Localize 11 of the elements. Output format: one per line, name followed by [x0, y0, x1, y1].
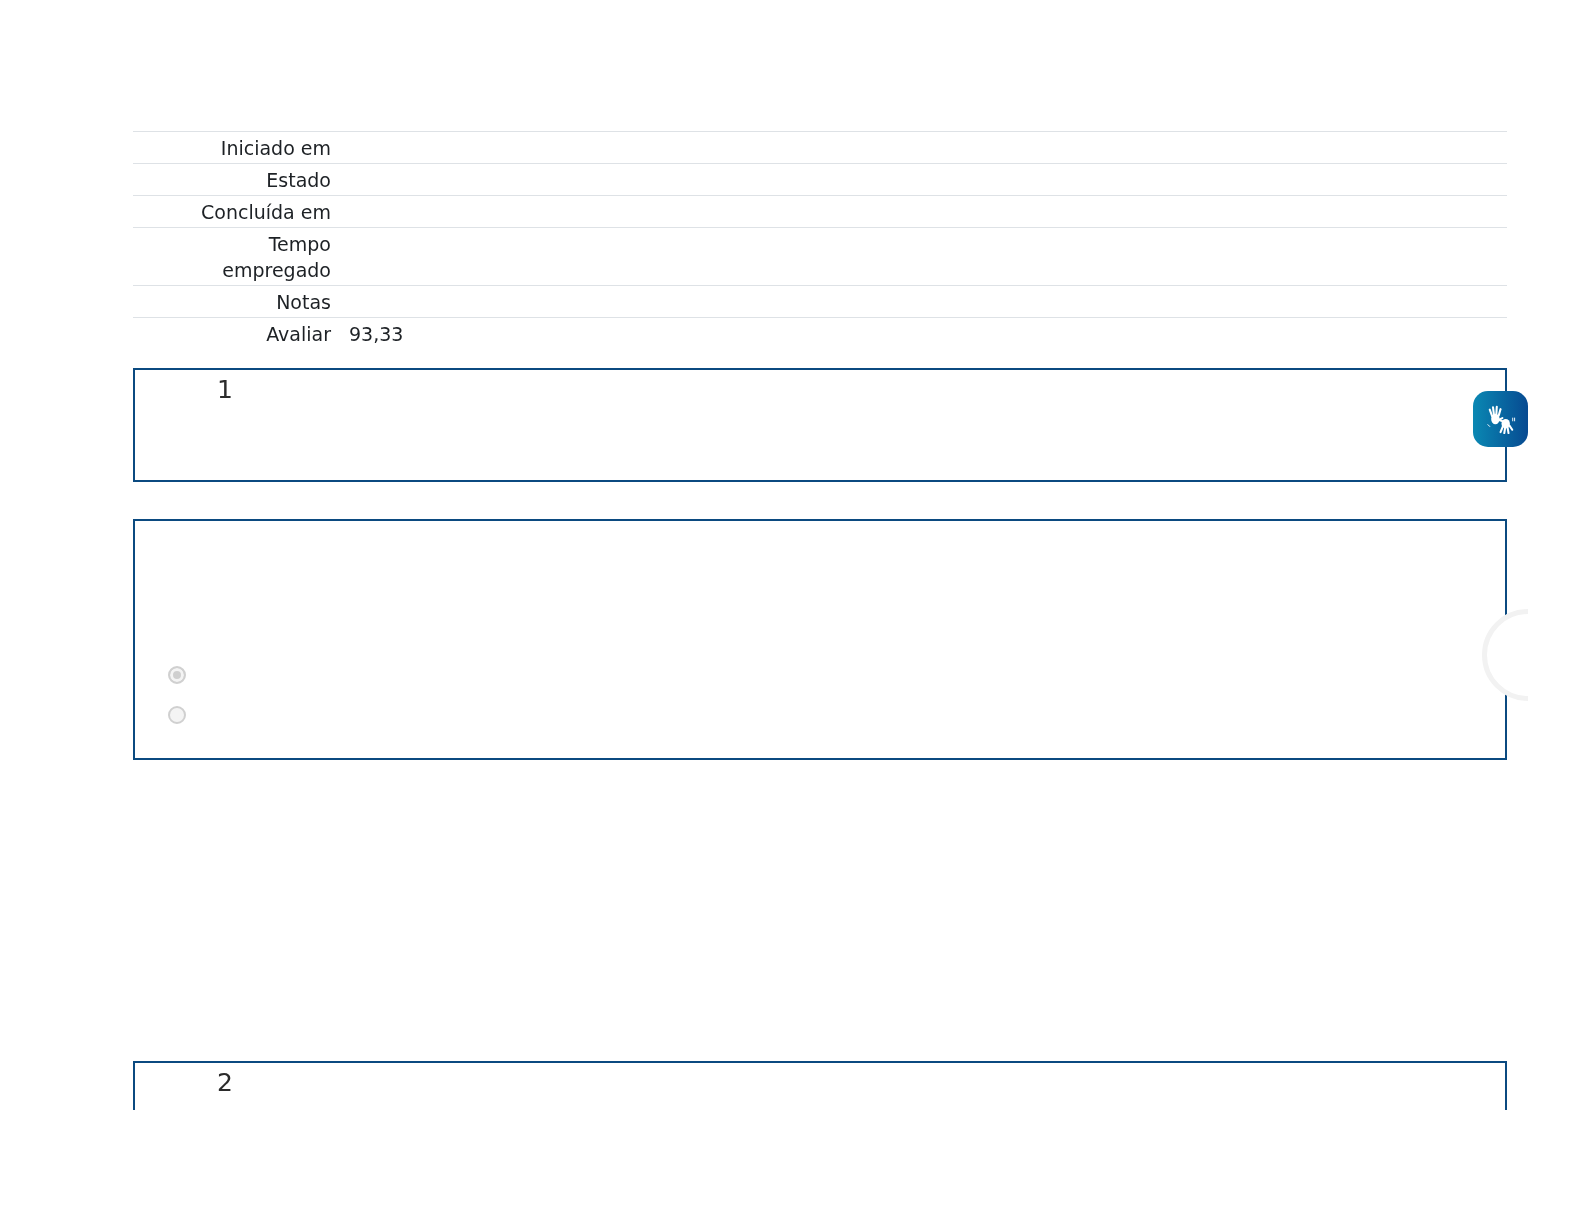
- row-label: Concluída em: [201, 201, 331, 223]
- row-value: 93,33: [349, 323, 404, 345]
- accessibility-button[interactable]: [1473, 391, 1528, 447]
- row-label: Iniciado em: [220, 137, 331, 159]
- hands-icon: [1485, 404, 1516, 434]
- row-label: Tempo empregado: [222, 233, 331, 281]
- row-label: Notas: [276, 291, 331, 313]
- question-number: 2: [217, 1068, 233, 1097]
- row-label: Estado: [266, 169, 331, 191]
- row-label: Avaliar: [266, 323, 331, 345]
- question-number: 1: [217, 375, 233, 404]
